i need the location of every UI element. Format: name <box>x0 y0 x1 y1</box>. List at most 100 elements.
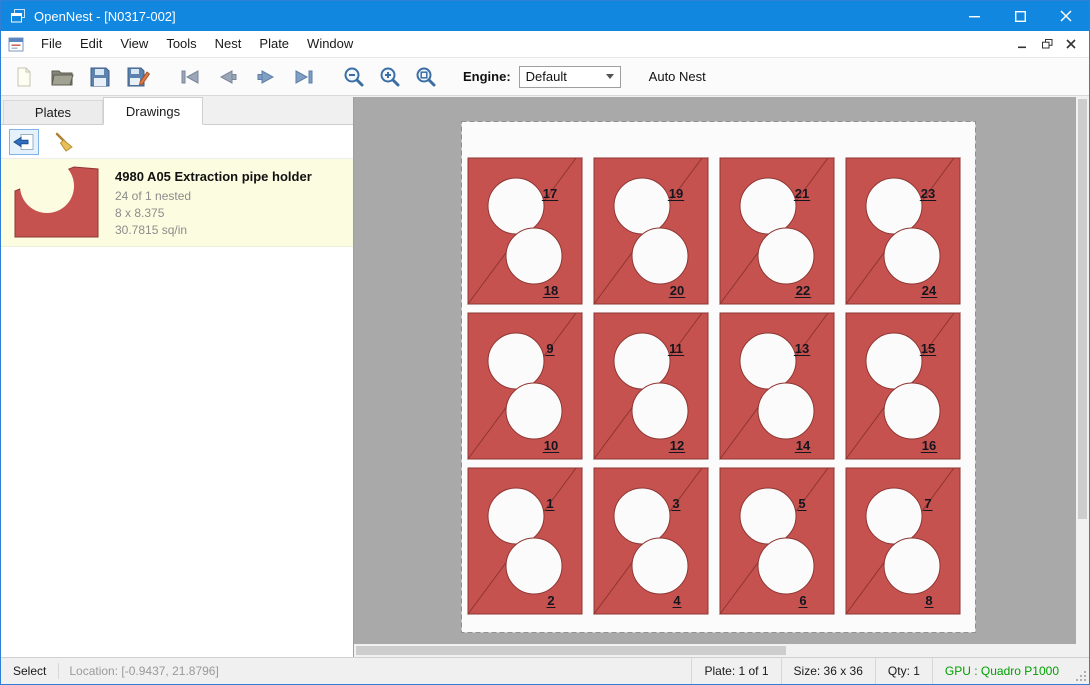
pipe-hole-cutout <box>884 383 940 439</box>
horizontal-scrollbar-thumb[interactable] <box>356 646 786 655</box>
pipe-hole-cutout <box>614 488 670 544</box>
tab-plates-label: Plates <box>35 105 71 120</box>
engine-select[interactable]: Default <box>519 66 621 88</box>
save-edit-button[interactable] <box>125 64 151 90</box>
zoom-fit-button[interactable] <box>413 64 439 90</box>
previous-plate-button[interactable] <box>215 64 241 90</box>
part-number-label: 10 <box>544 438 558 453</box>
part-number-label: 4 <box>673 593 681 608</box>
zoom-in-button[interactable] <box>377 64 403 90</box>
part-number-label: 8 <box>925 593 932 608</box>
tab-drawings-label: Drawings <box>126 104 180 119</box>
first-plate-button[interactable] <box>177 64 203 90</box>
part-number-label: 2 <box>547 593 554 608</box>
menu-window[interactable]: Window <box>298 31 362 57</box>
drawing-size: 8 x 8.375 <box>115 205 312 222</box>
vertical-scrollbar-thumb[interactable] <box>1078 99 1087 519</box>
tab-plates[interactable]: Plates <box>3 100 103 124</box>
part-number-label: 18 <box>544 283 558 298</box>
status-gpu: GPU : Quadro P1000 <box>932 658 1071 684</box>
nested-pair-17-18[interactable]: 1718 <box>468 158 582 304</box>
last-plate-button[interactable] <box>291 64 317 90</box>
part-number-label: 15 <box>921 341 935 356</box>
horizontal-scrollbar[interactable] <box>354 644 1076 657</box>
window-controls <box>951 1 1089 31</box>
pipe-hole-cutout <box>506 538 562 594</box>
mdi-minimize-button[interactable] <box>1011 33 1035 55</box>
nested-pair-13-14[interactable]: 13 14 <box>720 313 834 459</box>
nested-pair-3-4[interactable]: 34 <box>594 468 708 614</box>
part-number-label: 14 <box>796 438 811 453</box>
nested-pair-1-2[interactable]: 12 <box>468 468 582 614</box>
part-number-label: 13 <box>795 341 809 356</box>
engine-label: Engine: <box>463 69 511 84</box>
pipe-hole-cutout <box>866 178 922 234</box>
status-plate-size: Size: 36 x 36 <box>781 658 875 684</box>
nested-pair-23-24[interactable]: 2324 <box>846 158 960 304</box>
nest-canvas[interactable]: 171819202122232491011121314151612345678 <box>354 97 1089 657</box>
part-number-label: 17 <box>543 186 557 201</box>
pipe-hole-cutout <box>866 488 922 544</box>
pipe-hole-cutout <box>506 228 562 284</box>
pipe-hole-cutout <box>632 383 688 439</box>
tab-drawings[interactable]: Drawings <box>103 97 203 125</box>
app-window: OpenNest - [N0317-002] File Edit View <box>0 0 1090 685</box>
nested-pair-21-22[interactable]: 2122 <box>720 158 834 304</box>
nested-pair-5-6[interactable]: 56 <box>720 468 834 614</box>
part-number-label: 1 <box>546 496 553 511</box>
minimize-button[interactable] <box>951 1 997 31</box>
mdi-close-button[interactable] <box>1059 33 1083 55</box>
menu-plate[interactable]: Plate <box>250 31 298 57</box>
pipe-hole-cutout <box>884 228 940 284</box>
mdi-window-controls <box>1011 33 1083 55</box>
maximize-button[interactable] <box>997 1 1043 31</box>
engine-value: Default <box>526 69 567 84</box>
menu-edit[interactable]: Edit <box>71 31 111 57</box>
scrollbar-corner <box>1076 644 1089 657</box>
clean-button[interactable] <box>49 129 79 155</box>
pipe-hole-cutout <box>614 178 670 234</box>
menu-nest[interactable]: Nest <box>206 31 251 57</box>
nested-pair-11-12[interactable]: 11 12 <box>594 313 708 459</box>
pipe-hole-cutout <box>758 383 814 439</box>
drawing-list-item[interactable]: 4980 A05 Extraction pipe holder 24 of 1 … <box>1 159 353 247</box>
part-number-label: 11 <box>669 341 683 356</box>
part-number-label: 20 <box>670 283 684 298</box>
pipe-hole-cutout <box>884 538 940 594</box>
auto-nest-button[interactable]: Auto Nest <box>641 65 714 88</box>
resize-grip[interactable] <box>1071 658 1089 684</box>
chevron-down-icon <box>606 74 614 79</box>
nested-pair-15-16[interactable]: 1516 <box>846 313 960 459</box>
tab-strip: Plates Drawings <box>1 97 353 125</box>
return-part-button[interactable] <box>9 129 39 155</box>
open-folder-button[interactable] <box>49 64 75 90</box>
sidebar: Plates Drawings <box>1 97 354 657</box>
part-number-label: 7 <box>924 496 931 511</box>
drawing-info: 4980 A05 Extraction pipe holder 24 of 1 … <box>115 167 312 238</box>
new-file-button[interactable] <box>11 64 37 90</box>
pipe-hole-cutout <box>758 228 814 284</box>
close-button[interactable] <box>1043 1 1089 31</box>
menu-view[interactable]: View <box>111 31 157 57</box>
pipe-hole-cutout <box>488 333 544 389</box>
pipe-hole-cutout <box>758 538 814 594</box>
pipe-hole-cutout <box>866 333 922 389</box>
mdi-restore-button[interactable] <box>1035 33 1059 55</box>
pipe-hole-cutout <box>614 333 670 389</box>
part-number-label: 12 <box>670 438 684 453</box>
pipe-hole-cutout <box>740 488 796 544</box>
part-number-label: 24 <box>922 283 937 298</box>
status-location: Location: [-0.9437, 21.8796] <box>59 664 228 678</box>
menu-file[interactable]: File <box>32 31 71 57</box>
zoom-out-button[interactable] <box>341 64 367 90</box>
status-qty: Qty: 1 <box>875 658 932 684</box>
next-plate-button[interactable] <box>253 64 279 90</box>
nested-pair-19-20[interactable]: 1920 <box>594 158 708 304</box>
menu-tools[interactable]: Tools <box>157 31 205 57</box>
nested-pair-7-8[interactable]: 78 <box>846 468 960 614</box>
nested-pair-9-10[interactable]: 910 <box>468 313 582 459</box>
save-button[interactable] <box>87 64 113 90</box>
vertical-scrollbar[interactable] <box>1076 97 1089 644</box>
plate-sheet[interactable]: 171819202122232491011121314151612345678 <box>461 121 976 633</box>
document-window-icon[interactable] <box>8 37 24 52</box>
